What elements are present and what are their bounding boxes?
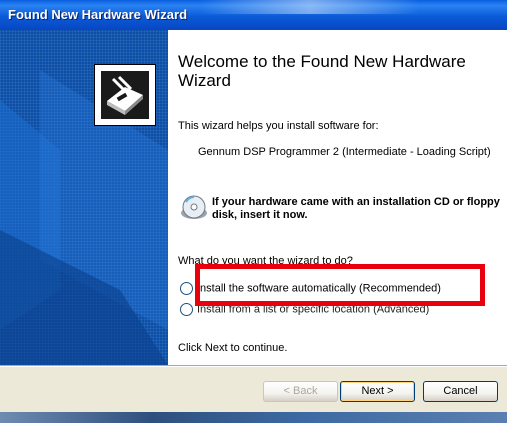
- cancel-button[interactable]: Cancel: [423, 381, 498, 402]
- intro-text: This wizard helps you install software f…: [178, 120, 379, 132]
- title-bar[interactable]: Found New Hardware Wizard: [0, 0, 507, 30]
- window-title: Found New Hardware Wizard: [8, 7, 188, 22]
- next-button[interactable]: Next >: [340, 381, 415, 402]
- title-bar-gloss: [200, 0, 420, 14]
- cd-icon: [181, 195, 207, 219]
- cd-prompt: If your hardware came with an installati…: [212, 196, 500, 221]
- wizard-content: Welcome to the Found New Hardware Wizard…: [168, 30, 507, 365]
- desktop-strip: [0, 412, 507, 423]
- radio-button[interactable]: [180, 303, 193, 316]
- hardware-wizard-icon: [94, 64, 156, 126]
- red-highlight-box: [195, 264, 485, 306]
- back-button[interactable]: < Back: [263, 381, 338, 402]
- footer-instruction: Click Next to continue.: [178, 342, 288, 354]
- wizard-banner: [0, 30, 168, 365]
- button-separator: [0, 365, 507, 367]
- device-name: Gennum DSP Programmer 2 (Intermediate - …: [198, 146, 491, 158]
- wizard-heading: Welcome to the Found New Hardware Wizard: [178, 52, 466, 90]
- wizard-window: Found New Hardware Wizard Welcome to the…: [0, 0, 507, 423]
- radio-button[interactable]: [180, 282, 193, 295]
